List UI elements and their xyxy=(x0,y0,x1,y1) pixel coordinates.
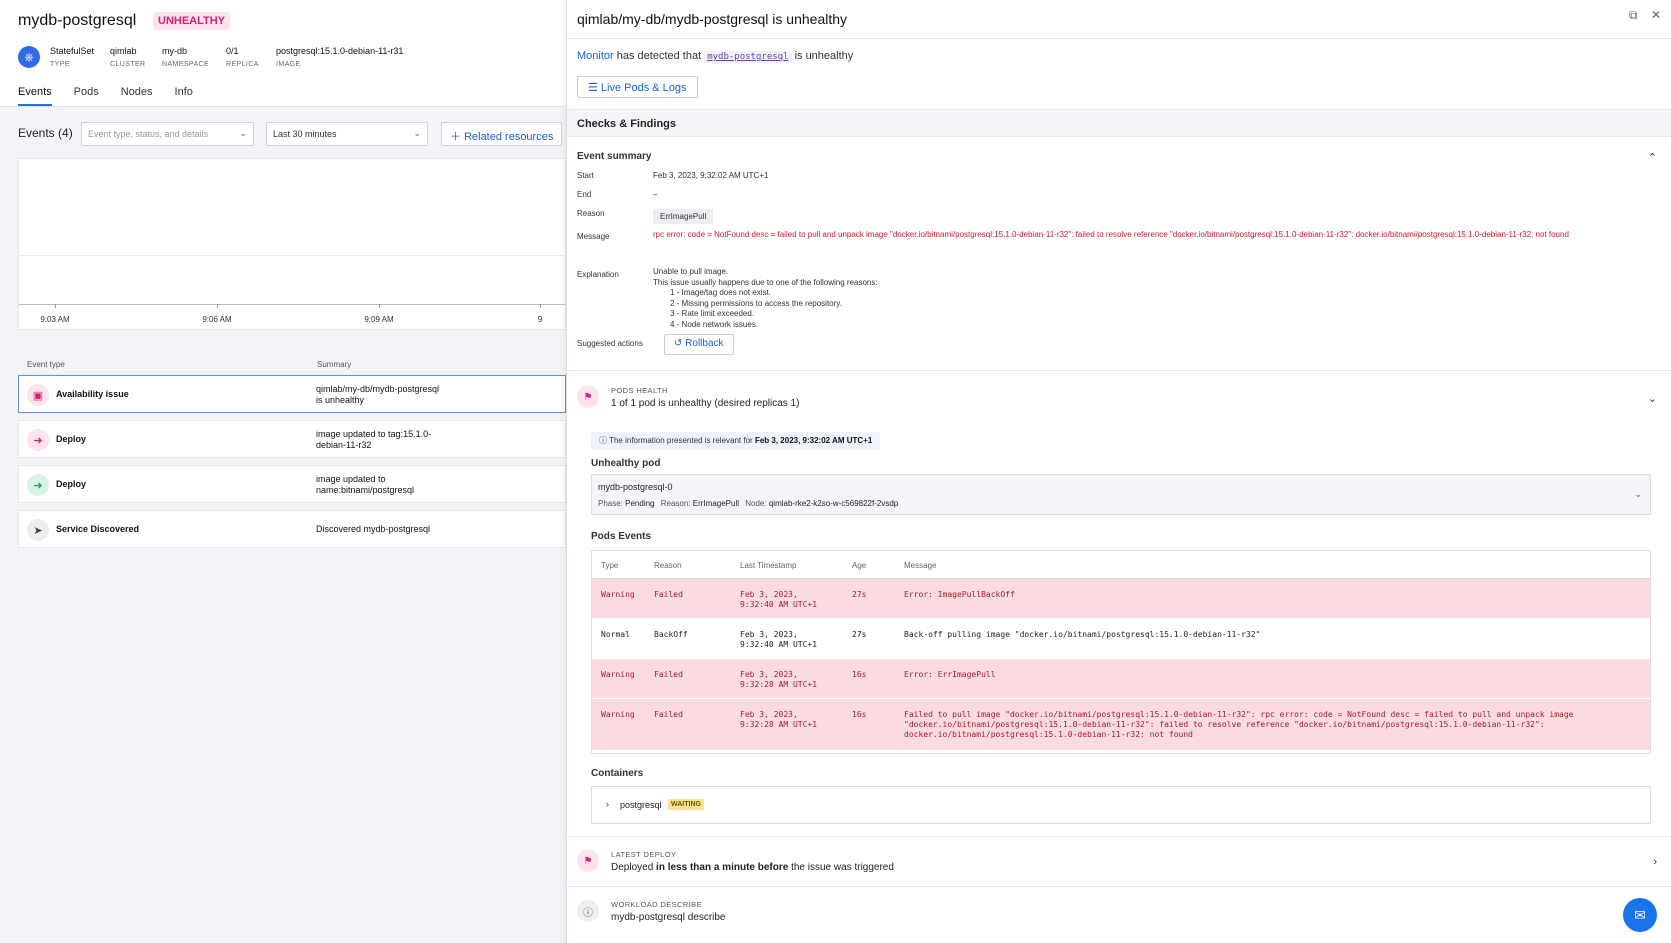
col-summary: Summary xyxy=(317,360,352,369)
availability-icon: ▣ xyxy=(27,384,49,406)
reason-chip: ErrImagePull xyxy=(653,209,714,224)
chevron-down-icon: ⌄ xyxy=(239,128,247,138)
container-name: postgresql xyxy=(620,800,662,810)
divider xyxy=(567,370,1671,371)
table-row: Warning Failed Feb 3, 2023, 9:32:28 AM U… xyxy=(592,659,1650,699)
service-code-link[interactable]: mydb-postgresql xyxy=(704,51,792,63)
table-row: Normal BackOff Feb 3, 2023, 9:32:40 AM U… xyxy=(592,619,1650,659)
flag-icon: ⚑ xyxy=(577,386,599,408)
container-row[interactable]: › postgresql WAITING xyxy=(591,786,1651,824)
flag-icon: ⚑ xyxy=(577,850,599,872)
service-tabs: Events Pods Nodes Info xyxy=(18,86,215,106)
col-event-type: Event type xyxy=(27,360,65,369)
chart-x-axis xyxy=(19,304,565,305)
meta-type: StatefulSet TYPE xyxy=(50,46,95,68)
tab-events[interactable]: Events xyxy=(18,86,52,106)
tick-label: 9:09 AM xyxy=(364,315,394,324)
drawer-title: qimlab/my-db/mydb-postgresql is unhealth… xyxy=(577,11,848,27)
event-filter-input[interactable]: Event type, status, and details ⌄ xyxy=(81,122,254,146)
deploy-icon: ➜ xyxy=(27,474,49,496)
tick-mark xyxy=(379,304,380,308)
error-message: rpc error: code = NotFound desc = failed… xyxy=(653,230,1569,239)
live-pods-logs-button[interactable]: ☰ Live Pods & Logs xyxy=(577,76,698,98)
tick-label: 9:03 AM xyxy=(40,315,70,324)
status-badge: UNHEALTHY xyxy=(153,12,231,30)
tab-info[interactable]: Info xyxy=(175,86,193,106)
divider xyxy=(567,886,1671,887)
rollback-button[interactable]: ↺ Rollback xyxy=(664,334,734,355)
undo-icon: ↺ xyxy=(674,338,686,349)
meta-image: postgresql:15.1.0-debian-11-r31 IMAGE xyxy=(276,46,404,68)
explanation: Unable to pull image. This issue usually… xyxy=(653,267,878,329)
chevron-down-icon: ⌄ xyxy=(1634,489,1642,499)
tab-nodes[interactable]: Nodes xyxy=(121,86,153,106)
cursor-icon: ➤ xyxy=(27,519,49,541)
chevron-down-icon[interactable]: ⌄ xyxy=(1648,392,1657,405)
monitor-link[interactable]: Monitor xyxy=(577,50,614,62)
time-range-select[interactable]: Last 30 minutes ⌄ xyxy=(266,122,428,146)
table-row[interactable]: ➜ Deploy image updated to name:bitnami/p… xyxy=(18,465,566,503)
table-header: Type Reason Last Timestamp Age Message xyxy=(592,551,1650,579)
events-toolbar: Events (4) Event type, status, and detai… xyxy=(18,122,566,148)
drawer-actions: ⧉ ✕ xyxy=(1619,8,1661,23)
meta-namespace: my-db NAMESPACE xyxy=(162,46,210,68)
table-row[interactable]: ➜ Deploy image updated to tag:15.1.0-deb… xyxy=(18,420,566,458)
chart-gridline xyxy=(19,255,565,256)
issue-drawer: qimlab/my-db/mydb-postgresql is unhealth… xyxy=(566,0,1671,943)
pod-details: Phase: Pending Reason: ErrImagePull Node… xyxy=(598,499,899,508)
table-row: Warning Failed Feb 3, 2023, 9:32:40 AM U… xyxy=(592,579,1650,619)
chevron-down-icon: ⌄ xyxy=(413,128,421,138)
divider xyxy=(567,38,1671,39)
pod-name: mydb-postgresql-0 xyxy=(598,482,673,492)
deploy-icon: ➜ xyxy=(27,429,49,451)
close-icon[interactable]: ✕ xyxy=(1651,8,1661,22)
event-summary-title: Event summary xyxy=(577,151,652,162)
container-status-badge: WAITING xyxy=(668,799,704,810)
plus-icon: ＋ xyxy=(450,131,465,143)
checks-findings-bar: Checks & Findings xyxy=(567,109,1671,137)
pods-events-table: Type Reason Last Timestamp Age Message W… xyxy=(591,550,1651,754)
tick-label: 9 xyxy=(537,315,543,324)
tick-mark xyxy=(540,304,541,308)
pods-health-value: 1 of 1 pod is unhealthy (desired replica… xyxy=(611,398,800,409)
start-time: Feb 3, 2023, 9:32:02 AM UTC+1 xyxy=(653,171,769,180)
detected-text: Monitor has detected that mydb-postgresq… xyxy=(577,50,854,63)
table-row[interactable]: ➤ Service Discovered Discovered mydb-pos… xyxy=(18,510,566,548)
list-icon: ☰ xyxy=(588,82,601,94)
chevron-up-icon[interactable]: ⌃ xyxy=(1648,151,1657,164)
table-row: Warning Failed Feb 3, 2023, 9:32:28 AM U… xyxy=(592,699,1650,751)
end-time: – xyxy=(653,190,658,199)
workload-describe-value: mydb-postgresql describe xyxy=(611,912,726,923)
service-title: mydb-postgresql xyxy=(18,12,137,29)
service-header: mydb-postgresql UNHEALTHY ⎈ StatefulSet T… xyxy=(0,0,566,107)
related-resources-button[interactable]: ＋ Related resources xyxy=(441,122,563,146)
unhealthy-pod-select[interactable]: mydb-postgresql-0 Phase: Pending Reason:… xyxy=(591,474,1651,515)
kubernetes-icon: ⎈ xyxy=(18,46,40,68)
tick-mark xyxy=(217,304,218,308)
tick-mark xyxy=(55,304,56,308)
events-timeline-chart: 9:03 AM 9:06 AM 9:09 AM 9 xyxy=(18,158,566,330)
table-row[interactable]: ▣ Availability issue qimlab/my-db/mydb-p… xyxy=(18,375,566,413)
open-window-icon[interactable]: ⧉ xyxy=(1629,8,1638,22)
tab-pods[interactable]: Pods xyxy=(74,86,99,106)
service-panel: mydb-postgresql UNHEALTHY ⎈ StatefulSet T… xyxy=(0,0,566,943)
info-icon: ⓘ xyxy=(577,900,599,922)
tick-label: 9:06 AM xyxy=(202,315,232,324)
info-icon: ⓘ xyxy=(599,436,610,445)
info-banner: ⓘ The information presented is relevant … xyxy=(591,432,881,450)
chat-icon[interactable]: ✉ xyxy=(1623,898,1657,932)
latest-deploy-value: Deployed in less than a minute before th… xyxy=(611,862,894,873)
chevron-right-icon[interactable]: › xyxy=(1653,856,1657,868)
meta-cluster: qimlab CLUSTER xyxy=(110,46,146,68)
events-count: Events (4) xyxy=(18,126,73,140)
chevron-right-icon: › xyxy=(606,799,609,809)
divider xyxy=(567,836,1671,837)
meta-replica: 0/1 REPLICA xyxy=(226,46,259,68)
